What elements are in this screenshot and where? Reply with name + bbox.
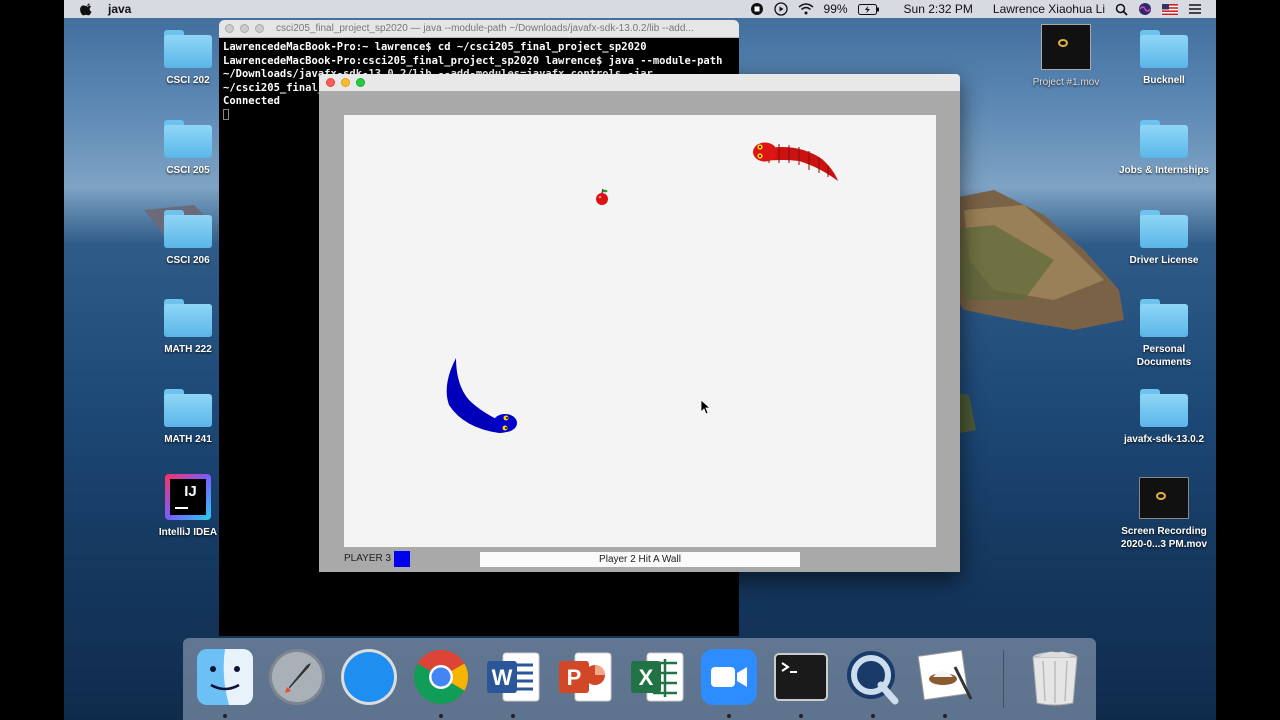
- minimize-button[interactable]: [240, 24, 249, 33]
- desktop-icon-label: Personal Documents: [1136, 344, 1192, 368]
- battery-percent: 99%: [823, 2, 848, 16]
- game-status-bar: PLAYER 3 Player 2 Hit A Wall: [319, 550, 960, 572]
- player-label: PLAYER 3: [344, 553, 392, 564]
- running-indicator: [439, 714, 443, 718]
- dock-separator: [1003, 650, 1004, 708]
- screen-record-icon[interactable]: [750, 2, 764, 16]
- svg-text:X: X: [639, 665, 654, 690]
- folder-icon: [1140, 210, 1188, 248]
- launchpad-icon[interactable]: [267, 647, 327, 707]
- terminal-line: LawrencedeMacBook-Pro:~ lawrence$ cd ~/c…: [223, 41, 647, 53]
- clock[interactable]: Sun 2:32 PM: [904, 2, 973, 16]
- terminal-line: Connected: [223, 95, 280, 108]
- folder-icon: [1140, 120, 1188, 158]
- status-message: Player 2 Hit A Wall: [480, 552, 800, 567]
- finder-icon[interactable]: [195, 647, 255, 707]
- running-indicator: [799, 714, 803, 718]
- zoom-button[interactable]: [356, 78, 365, 87]
- folder-icon: [1140, 389, 1188, 427]
- word-icon[interactable]: W: [483, 647, 543, 707]
- powerpoint-icon[interactable]: P: [555, 647, 615, 707]
- menu-bar: java 99% Sun 2:32 PM Lawrence Xiaohua Li: [64, 0, 1216, 18]
- zoom-button[interactable]: [255, 24, 264, 33]
- user-name[interactable]: Lawrence Xiaohua Li: [993, 2, 1105, 16]
- terminal-cursor: [223, 109, 229, 121]
- game-canvas[interactable]: [344, 115, 936, 547]
- trash-icon[interactable]: [1025, 647, 1085, 707]
- running-indicator: [727, 714, 731, 718]
- folder-icon: [164, 120, 212, 158]
- close-button[interactable]: [326, 78, 335, 87]
- running-indicator: [871, 714, 875, 718]
- desktop-folder-jobs[interactable]: Jobs & Internships: [1116, 120, 1212, 177]
- running-indicator: [943, 714, 947, 718]
- intellij-icon: IJ: [165, 474, 211, 520]
- folder-icon: [1140, 30, 1188, 68]
- desktop-folder-driver-license[interactable]: Driver License: [1116, 210, 1212, 267]
- video-thumbnail-icon: [1139, 477, 1189, 519]
- spotlight-search-icon[interactable]: [1115, 3, 1128, 16]
- desktop-icon-label: Driver License: [1129, 255, 1199, 266]
- desktop: java 99% Sun 2:32 PM Lawrence Xiaohua Li…: [64, 0, 1216, 720]
- safari-icon[interactable]: [339, 647, 399, 707]
- desktop-icon-label: javafx-sdk-13.0.2: [1123, 434, 1205, 445]
- apple-food: [596, 188, 608, 205]
- zoom-icon[interactable]: [699, 647, 759, 707]
- svg-text:W: W: [492, 665, 513, 690]
- excel-icon[interactable]: X: [627, 647, 687, 707]
- folder-icon: [164, 30, 212, 68]
- folder-icon: [164, 299, 212, 337]
- play-icon[interactable]: [773, 2, 788, 16]
- preview-icon[interactable]: [915, 647, 975, 707]
- blue-snake: [446, 358, 517, 433]
- siri-icon[interactable]: [1138, 2, 1152, 16]
- apple-menu-icon[interactable]: [80, 2, 94, 16]
- desktop-icon-label: Project #1.mov: [1032, 77, 1100, 88]
- desktop-file-screen-recording[interactable]: Screen Recording 2020-0...3 PM.mov: [1116, 477, 1212, 551]
- svg-text:P: P: [567, 665, 582, 690]
- mouse-pointer-icon: [700, 399, 712, 415]
- minimize-button[interactable]: [341, 78, 350, 87]
- quicktime-icon[interactable]: [843, 647, 903, 707]
- running-indicator: [511, 714, 515, 718]
- terminal-title: csci205_final_project_sp2020 — java --mo…: [276, 23, 694, 34]
- desktop-icon-label: Jobs & Internships: [1118, 165, 1209, 176]
- wifi-icon[interactable]: [798, 3, 814, 15]
- close-button[interactable]: [225, 24, 234, 33]
- battery-icon[interactable]: [857, 3, 880, 15]
- desktop-folder-bucknell[interactable]: Bucknell: [1116, 30, 1212, 87]
- desktop-folder-personal-documents[interactable]: Personal Documents: [1116, 299, 1212, 369]
- video-thumbnail-icon: [1041, 24, 1091, 70]
- chrome-icon[interactable]: [411, 647, 471, 707]
- app-name-menu[interactable]: java: [108, 2, 131, 16]
- desktop-file-project-mov[interactable]: Project #1.mov: [1018, 24, 1114, 89]
- red-snake: [753, 142, 838, 181]
- game-title-bar[interactable]: [319, 74, 960, 91]
- terminal-icon[interactable]: [771, 647, 831, 707]
- folder-icon: [164, 210, 212, 248]
- us-flag-icon[interactable]: [1162, 3, 1178, 15]
- desktop-icon-label: Screen Recording 2020-0...3 PM.mov: [1120, 526, 1208, 550]
- control-center-icon[interactable]: [1188, 3, 1202, 15]
- folder-icon: [164, 389, 212, 427]
- terminal-title-bar[interactable]: csci205_final_project_sp2020 — java --mo…: [219, 20, 739, 38]
- game-window[interactable]: PLAYER 3 Player 2 Hit A Wall: [319, 74, 960, 572]
- folder-icon: [1140, 299, 1188, 337]
- dock: W P X: [183, 638, 1096, 720]
- game-board: [446, 142, 838, 433]
- desktop-icon-label: Bucknell: [1143, 75, 1185, 86]
- desktop-folder-javafx-sdk[interactable]: javafx-sdk-13.0.2: [1116, 389, 1212, 446]
- player-color-swatch: [394, 551, 410, 567]
- running-indicator: [223, 714, 227, 718]
